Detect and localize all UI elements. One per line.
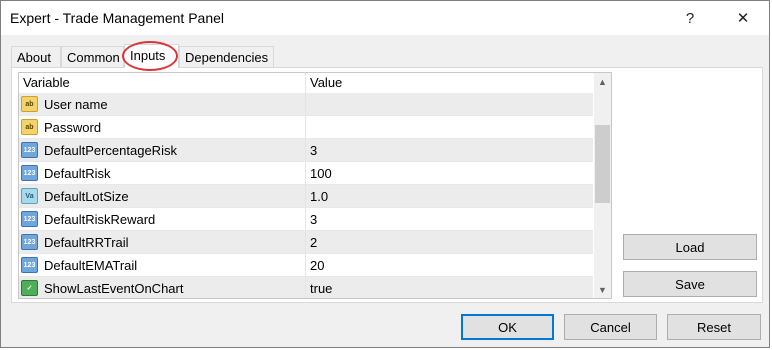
column-divider — [305, 116, 306, 139]
variable-value[interactable]: 3 — [310, 143, 317, 158]
variable-value[interactable]: 100 — [310, 166, 332, 181]
table-row[interactable]: ✓ ShowLastEventOnChart true — [19, 277, 593, 298]
inputs-grid[interactable]: Variable Value ab User name ab Password … — [18, 72, 612, 299]
table-row[interactable]: 123 DefaultRRTrail 2 — [19, 231, 593, 254]
variable-name: ShowLastEventOnChart — [44, 281, 184, 296]
column-divider — [305, 254, 306, 277]
scroll-thumb[interactable] — [595, 125, 610, 203]
integer-type-icon: 123 — [21, 257, 38, 273]
table-row[interactable]: Va DefaultLotSize 1.0 — [19, 185, 593, 208]
save-button[interactable]: Save — [623, 271, 757, 297]
table-row[interactable]: ab Password — [19, 116, 593, 139]
table-row[interactable]: 123 DefaultRisk 100 — [19, 162, 593, 185]
tab-common[interactable]: Common — [61, 46, 124, 68]
table-row[interactable]: 123 DefaultRiskReward 3 — [19, 208, 593, 231]
column-divider — [305, 277, 306, 298]
scroll-up-icon[interactable]: ▲ — [594, 73, 611, 90]
variable-name: DefaultRRTrail — [44, 235, 129, 250]
variable-value[interactable]: 2 — [310, 235, 317, 250]
title-bar: Expert - Trade Management Panel ? ✕ — [1, 1, 769, 35]
variable-value[interactable]: 1.0 — [310, 189, 328, 204]
column-divider — [305, 185, 306, 208]
variable-value[interactable]: 3 — [310, 212, 317, 227]
double-type-icon: Va — [21, 188, 38, 204]
table-row[interactable]: 123 DefaultPercentageRisk 3 — [19, 139, 593, 162]
variable-value[interactable]: true — [310, 281, 332, 296]
variable-name: User name — [44, 97, 108, 112]
bool-type-icon: ✓ — [21, 280, 38, 296]
variable-name: DefaultPercentageRisk — [44, 143, 177, 158]
integer-type-icon: 123 — [21, 234, 38, 250]
grid-header: Variable Value — [19, 73, 593, 94]
ok-button[interactable]: OK — [461, 314, 554, 340]
scroll-down-icon[interactable]: ▼ — [594, 281, 611, 298]
variable-value[interactable]: 20 — [310, 258, 324, 273]
header-divider — [305, 73, 306, 93]
header-variable[interactable]: Variable — [23, 75, 70, 90]
variable-name: DefaultRiskReward — [44, 212, 156, 227]
column-divider — [305, 208, 306, 231]
column-divider — [305, 139, 306, 162]
integer-type-icon: 123 — [21, 142, 38, 158]
integer-type-icon: 123 — [21, 211, 38, 227]
integer-type-icon: 123 — [21, 165, 38, 181]
table-row[interactable]: ab User name — [19, 93, 593, 116]
variable-name: Password — [44, 120, 102, 135]
tab-dependencies[interactable]: Dependencies — [179, 46, 274, 68]
close-button[interactable]: ✕ — [720, 1, 766, 35]
reset-button[interactable]: Reset — [667, 314, 761, 340]
dialog-window: Expert - Trade Management Panel ? ✕ Abou… — [0, 0, 770, 348]
load-button[interactable]: Load — [623, 234, 757, 260]
string-type-icon: ab — [21, 119, 38, 135]
variable-name: DefaultEMATrail — [44, 258, 138, 273]
vertical-scrollbar[interactable]: ▲ ▼ — [594, 73, 611, 298]
window-title: Expert - Trade Management Panel — [10, 10, 225, 26]
table-row[interactable]: 123 DefaultEMATrail 20 — [19, 254, 593, 277]
column-divider — [305, 162, 306, 185]
header-value[interactable]: Value — [310, 75, 342, 90]
column-divider — [305, 93, 306, 116]
column-divider — [305, 231, 306, 254]
string-type-icon: ab — [21, 96, 38, 112]
tab-about[interactable]: About — [11, 46, 61, 68]
cancel-button[interactable]: Cancel — [564, 314, 657, 340]
variable-name: DefaultRisk — [44, 166, 111, 181]
highlight-ellipse — [122, 41, 178, 71]
help-button[interactable]: ? — [667, 1, 713, 35]
variable-name: DefaultLotSize — [44, 189, 129, 204]
